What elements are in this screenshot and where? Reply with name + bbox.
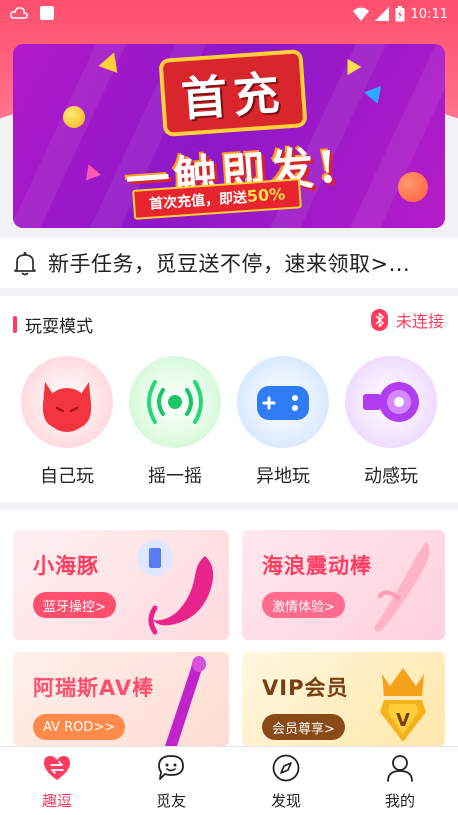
products-section: 小海豚 蓝牙操控> 海浪震动棒 激情体验> 阿瑞斯AV棒 AV ROD>> VI…: [0, 510, 458, 746]
compass-icon: [272, 754, 300, 782]
banner-line1: 首充: [162, 53, 304, 133]
speaker-icon: [363, 382, 419, 422]
bell-icon: [14, 252, 36, 276]
card-title: 阿瑞斯AV棒: [33, 676, 155, 700]
vip-crown-badge-icon: V: [380, 668, 426, 742]
bottom-tab-bar: 趣逗 觅友 发现 我的: [0, 746, 458, 815]
tab-label: 觅友: [155, 792, 186, 810]
ribbon-text: 首次充值，即送: [148, 189, 248, 213]
heart-swap-icon: [44, 756, 70, 780]
mode-shake[interactable]: 摇一摇: [129, 356, 221, 488]
tab-mine[interactable]: 我的: [370, 753, 430, 811]
gamepad-icon: [257, 386, 309, 420]
bluetooth-status[interactable]: 未连接: [370, 308, 444, 332]
notice-text: 新手任务，觅豆送不停，速来领取>...: [48, 252, 411, 276]
title-accent-bar: [13, 316, 17, 333]
card-button[interactable]: 蓝牙操控>: [33, 592, 116, 618]
ribbon-highlight: 50%: [246, 184, 286, 206]
cloud-notification-icon: [10, 7, 28, 19]
card-title: 小海豚: [33, 554, 99, 578]
card-title: 海浪震动棒: [262, 554, 372, 578]
status-bar: 10:11: [0, 0, 458, 30]
task-notice[interactable]: 新手任务，觅豆送不停，速来领取>...: [0, 238, 458, 288]
signal-icon: [374, 7, 389, 21]
status-time: 10:11: [410, 6, 448, 22]
tab-discover[interactable]: 发现: [256, 753, 316, 811]
card-title: VIP会员: [262, 676, 349, 700]
devil-icon: [42, 382, 92, 432]
tab-fun[interactable]: 趣逗: [27, 753, 87, 811]
mode-label: 摇一摇: [148, 466, 202, 487]
tab-label: 发现: [270, 792, 301, 810]
section-title-text: 玩耍模式: [25, 317, 93, 337]
card-button[interactable]: 会员尊享>: [262, 714, 345, 740]
wifi-icon: [352, 7, 369, 21]
battery-icon: [395, 6, 405, 22]
chat-bubble-icon: [158, 755, 184, 780]
product-card-dolphin[interactable]: 小海豚 蓝牙操控>: [13, 530, 229, 640]
product-card-ares[interactable]: 阿瑞斯AV棒 AV ROD>>: [13, 652, 229, 746]
av-rod-product-image: [165, 656, 206, 746]
banner-headline: 首充 一触即发!: [113, 53, 353, 207]
dolphin-product-image: [148, 556, 214, 635]
mode-self-play[interactable]: 自己玩: [21, 356, 113, 488]
shake-signal-icon: [147, 380, 203, 424]
tab-friends[interactable]: 觅友: [141, 753, 201, 811]
vip-badge-letter: V: [396, 710, 410, 731]
play-modes-section: 玩耍模式 未连接 自己玩 摇一摇 异地玩 动感玩: [0, 296, 458, 502]
user-icon: [387, 755, 413, 782]
card-button[interactable]: 激情体验>: [262, 592, 345, 618]
app-notification-icon: [40, 6, 54, 20]
wave-product-image: [374, 542, 430, 632]
mode-remote-play[interactable]: 异地玩: [237, 356, 329, 488]
section-title: 玩耍模式: [13, 312, 93, 337]
bluetooth-status-text: 未连接: [395, 312, 444, 331]
tab-label: 我的: [384, 792, 415, 810]
mode-label: 自己玩: [40, 466, 94, 487]
card-button[interactable]: AV ROD>>: [33, 714, 126, 740]
mode-label: 动感玩: [364, 466, 418, 487]
promo-banner[interactable]: 首充 一触即发! 首次充值，即送50%: [13, 44, 445, 228]
product-card-vip[interactable]: VIP会员 会员尊享> V: [242, 652, 445, 746]
mode-label: 异地玩: [256, 466, 310, 487]
tab-label: 趣逗: [41, 792, 72, 810]
product-card-wave[interactable]: 海浪震动棒 激情体验>: [242, 530, 445, 640]
coin-decoration: [63, 106, 85, 128]
bluetooth-icon: [370, 309, 388, 331]
ball-decoration: [398, 172, 428, 202]
mode-rhythm-play[interactable]: 动感玩: [345, 356, 437, 488]
app-screen: 10:11 首充 一触即发! 首次充值，即送50% 新手任务，觅豆送不停，速来领…: [0, 0, 458, 815]
